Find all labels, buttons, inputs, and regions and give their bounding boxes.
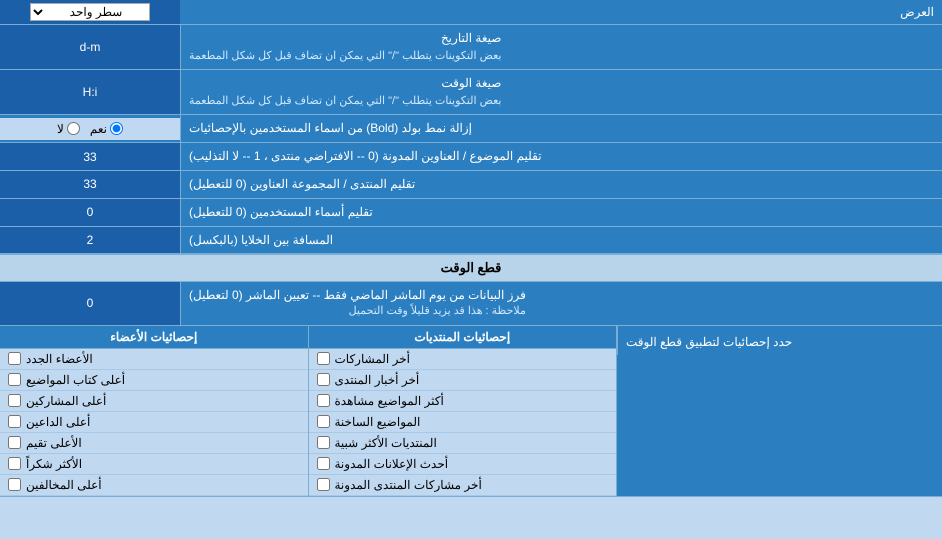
- list-item: أخر مشاركات المنتدى المدونة: [309, 475, 617, 496]
- cutoff-data-row: فرز البيانات من يوم الماشر الماضي فقط --…: [0, 282, 942, 325]
- cutoff-data-input-cell: [0, 282, 180, 324]
- cb-most-viewed[interactable]: [317, 394, 330, 407]
- checkbox-header-row: إحصائيات المنتديات إحصائيات الأعضاء: [0, 326, 616, 349]
- checkbox-col-1: أخر المشاركات أخر أخبار المنتدى أكثر الم…: [308, 349, 617, 496]
- forum-group-label: تقليم المنتدى / المجموعة العناوين (0 للت…: [180, 171, 942, 198]
- cb-top-violators[interactable]: [8, 478, 21, 491]
- checkbox-col-2: الأعضاء الجدد أعلى كتاب المواضيع أعلى ال…: [0, 349, 308, 496]
- cb-top-topic-writers[interactable]: [8, 373, 21, 386]
- topic-title-row: تقليم الموضوع / العناوين المدونة (0 -- ا…: [0, 143, 942, 171]
- list-item: أخر أخبار المنتدى: [309, 370, 617, 391]
- date-format-input-cell: [0, 25, 180, 69]
- col2-header: إحصائيات الأعضاء: [0, 326, 308, 348]
- stats-checkboxes-area: إحصائيات المنتديات إحصائيات الأعضاء أخر …: [0, 326, 617, 496]
- username-row: تقليم أسماء المستخدمين (0 للتعطيل): [0, 199, 942, 227]
- cell-spacing-input-cell: [0, 227, 180, 254]
- topic-title-input-cell: [0, 143, 180, 170]
- time-format-row: صيغة الوقتبعض التكوينات يتطلب "/" التي ي…: [0, 70, 942, 115]
- checkbox-rows-container: أخر المشاركات أخر أخبار المنتدى أكثر الم…: [0, 349, 616, 496]
- bold-yes-radio[interactable]: [110, 122, 123, 135]
- display-select[interactable]: سطر واحد سطرين ثلاثة أسطر: [30, 3, 150, 21]
- list-item: أعلى المشاركين: [0, 391, 308, 412]
- username-input[interactable]: [6, 205, 174, 219]
- list-item: أخر المشاركات: [309, 349, 617, 370]
- cb-most-popular-forums[interactable]: [317, 436, 330, 449]
- list-item: أعلى المخالفين: [0, 475, 308, 496]
- top-select-cell[interactable]: سطر واحد سطرين ثلاثة أسطر: [0, 0, 180, 24]
- list-item: المواضيع الساخنة: [309, 412, 617, 433]
- forum-group-row: تقليم المنتدى / المجموعة العناوين (0 للت…: [0, 171, 942, 199]
- list-item: أحدث الإعلانات المدونة: [309, 454, 617, 475]
- date-format-input[interactable]: [6, 40, 174, 54]
- cb-latest-announcements[interactable]: [317, 457, 330, 470]
- cb-hot-topics[interactable]: [317, 415, 330, 428]
- time-format-label: صيغة الوقتبعض التكوينات يتطلب "/" التي ي…: [180, 70, 942, 114]
- cb-last-forum-posts[interactable]: [317, 478, 330, 491]
- top-row: العرض سطر واحد سطرين ثلاثة أسطر: [0, 0, 942, 25]
- time-format-input[interactable]: [6, 85, 174, 99]
- list-item: الأكثر شكراً: [0, 454, 308, 475]
- bold-no-label[interactable]: لا: [57, 122, 80, 136]
- topic-title-input[interactable]: [6, 150, 174, 164]
- username-label: تقليم أسماء المستخدمين (0 للتعطيل): [180, 199, 942, 226]
- cb-new-members[interactable]: [8, 352, 21, 365]
- cb-last-news[interactable]: [317, 373, 330, 386]
- list-item: أعلى الداعين: [0, 412, 308, 433]
- cell-spacing-label: المسافة بين الخلايا (بالبكسل): [180, 227, 942, 254]
- list-item: المنتديات الأكثر شبية: [309, 433, 617, 454]
- cb-last-posts[interactable]: [317, 352, 330, 365]
- cb-top-inviters[interactable]: [8, 415, 21, 428]
- list-item: الأعضاء الجدد: [0, 349, 308, 370]
- list-item: أعلى كتاب المواضيع: [0, 370, 308, 391]
- list-item: الأعلى تقيم: [0, 433, 308, 454]
- username-input-cell: [0, 199, 180, 226]
- date-format-row: صيغة التاريخبعض التكوينات يتطلب "/" التي…: [0, 25, 942, 70]
- date-format-label: صيغة التاريخبعض التكوينات يتطلب "/" التي…: [180, 25, 942, 69]
- cutoff-data-label: فرز البيانات من يوم الماشر الماضي فقط --…: [180, 282, 942, 324]
- stats-apply-label: حدد إحصائيات لتطبيق قطع الوقت: [617, 326, 942, 356]
- topic-title-label: تقليم الموضوع / العناوين المدونة (0 -- ا…: [180, 143, 942, 170]
- bold-label: إزالة نمط بولد (Bold) من اسماء المستخدمي…: [180, 115, 942, 142]
- cb-most-thanked[interactable]: [8, 457, 21, 470]
- cell-spacing-input[interactable]: [6, 233, 174, 247]
- stats-apply-row: حدد إحصائيات لتطبيق قطع الوقت إحصائيات ا…: [0, 326, 942, 497]
- bold-yes-label[interactable]: نعم: [90, 122, 123, 136]
- forum-group-input[interactable]: [6, 177, 174, 191]
- time-format-input-cell: [0, 70, 180, 114]
- cb-top-posters[interactable]: [8, 394, 21, 407]
- forum-group-input-cell: [0, 171, 180, 198]
- cell-spacing-row: المسافة بين الخلايا (بالبكسل): [0, 227, 942, 255]
- cutoff-data-input[interactable]: [6, 296, 174, 310]
- bold-radio-row: إزالة نمط بولد (Bold) من اسماء المستخدمي…: [0, 115, 942, 143]
- list-item: أكثر المواضيع مشاهدة: [309, 391, 617, 412]
- col1-header: إحصائيات المنتديات: [308, 326, 617, 348]
- cutoff-section-header: قطع الوقت: [0, 254, 942, 282]
- cb-top-rated[interactable]: [8, 436, 21, 449]
- bold-radio-cell[interactable]: نعم لا: [0, 118, 180, 140]
- bold-no-radio[interactable]: [67, 122, 80, 135]
- top-label: العرض: [180, 0, 942, 24]
